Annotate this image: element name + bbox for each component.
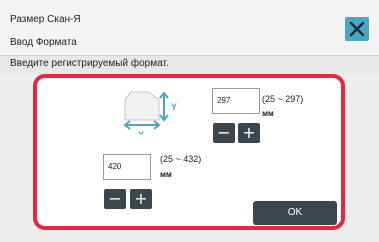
y-axis-label: Y (171, 102, 177, 112)
dialog-title: Размер Скан-Я (10, 14, 81, 25)
paper-size-icon: Y X (123, 91, 177, 134)
instruction-text: Введите регистрируемый формат. (10, 58, 169, 69)
ok-button[interactable]: OK (253, 201, 337, 225)
x-decrease-button[interactable]: − (104, 189, 126, 209)
y-decrease-button[interactable]: − (213, 123, 235, 143)
dialog-subtitle: Ввод Формата (10, 37, 77, 48)
y-size-unit: мм (262, 109, 274, 118)
x-increase-button[interactable]: + (130, 189, 152, 209)
y-size-range: (25 ~ 297) (262, 94, 304, 104)
close-icon (349, 21, 365, 37)
x-size-unit: мм (160, 170, 172, 179)
minus-icon: − (217, 123, 231, 142)
y-size-field[interactable]: 297 (212, 88, 260, 114)
minus-icon: − (108, 189, 122, 208)
close-button[interactable] (345, 17, 369, 41)
x-size-range: (25 ~ 432) (160, 154, 202, 164)
x-size-field[interactable]: 420 (103, 154, 151, 180)
y-increase-button[interactable]: + (238, 123, 260, 143)
x-axis-label: X (138, 130, 144, 134)
dialog: Размер Скан-Я Ввод Формата Введите регис… (0, 0, 379, 242)
plus-icon: + (242, 123, 256, 142)
plus-icon: + (134, 189, 148, 208)
